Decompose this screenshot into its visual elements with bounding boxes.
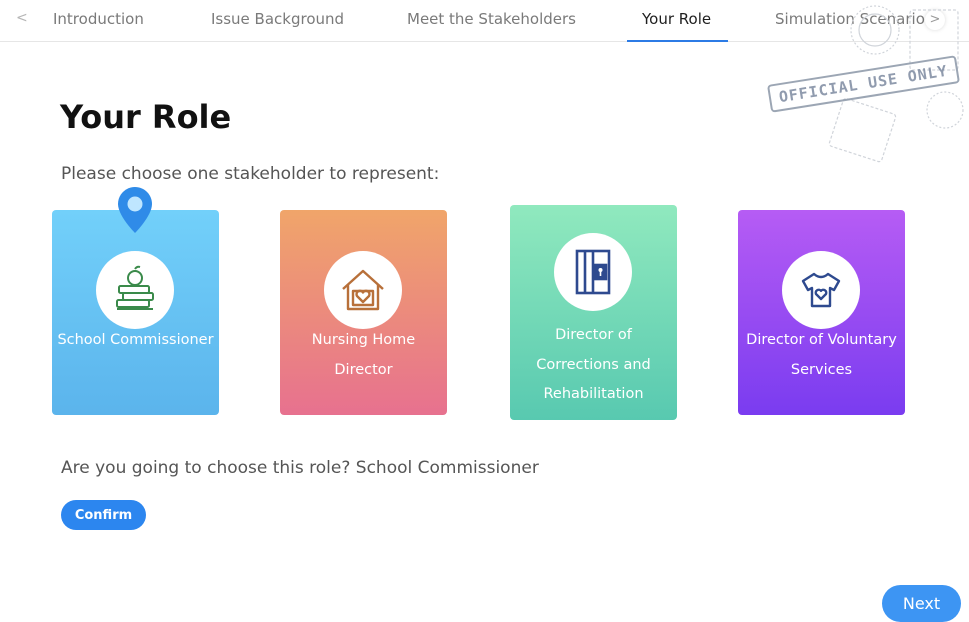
books-apple-icon (96, 251, 174, 329)
role-card-director-of-voluntary-services[interactable]: Director of Voluntary Services (738, 210, 905, 415)
role-card-director-of-corrections[interactable]: Director of Corrections and Rehabilitati… (510, 205, 677, 420)
map-pin-icon (118, 187, 152, 233)
official-stamp-decoration: OFFICIAL USE ONLY (760, 0, 969, 170)
jail-door-icon (554, 233, 632, 311)
role-label: Director of Voluntary Services (746, 332, 897, 378)
selection-question: Are you going to choose this role? Schoo… (61, 458, 539, 478)
confirm-button[interactable]: Confirm (61, 500, 146, 530)
role-prompt: Please choose one stakeholder to represe… (61, 164, 440, 184)
chevron-left-icon[interactable]: < (16, 10, 28, 26)
next-button[interactable]: Next (882, 585, 961, 622)
tshirt-heart-icon (782, 251, 860, 329)
role-card-nursing-home-director[interactable]: Nursing Home Director (280, 210, 447, 415)
active-tab-indicator (627, 40, 728, 42)
role-label: Director of Corrections and Rehabilitati… (536, 327, 651, 402)
page-title: Your Role (60, 98, 232, 136)
tab-your-role[interactable]: Your Role (642, 10, 711, 28)
house-heart-icon (324, 251, 402, 329)
role-label: School Commissioner (57, 332, 214, 348)
role-card-school-commissioner[interactable]: School Commissioner (52, 210, 219, 415)
tab-introduction[interactable]: Introduction (53, 10, 144, 28)
tab-meet-the-stakeholders[interactable]: Meet the Stakeholders (407, 10, 576, 28)
role-label: Nursing Home Director (311, 332, 416, 378)
tab-issue-background[interactable]: Issue Background (211, 10, 344, 28)
